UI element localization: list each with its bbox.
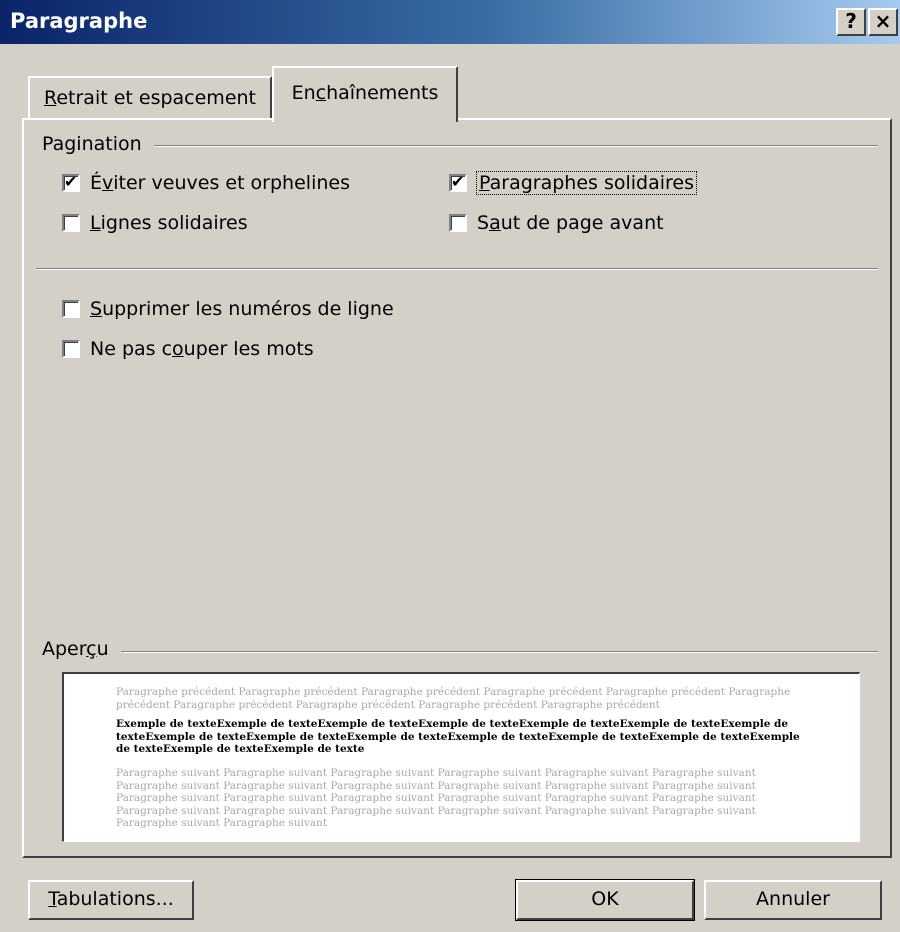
dont-hyphenate-checkbox[interactable]: Ne pas couper les mots <box>62 338 314 360</box>
close-button[interactable]: × <box>868 8 898 36</box>
paragraph-preview: Paragraphe précédent Paragraphe précéden… <box>62 672 860 842</box>
checkbox-label: Supprimer les numéros de ligne <box>90 298 394 320</box>
dialog-title: Paragraphe <box>10 9 148 33</box>
tabulations-button[interactable]: Tabulations... <box>28 880 194 920</box>
checkbox-box[interactable] <box>62 300 80 318</box>
checkbox-box[interactable] <box>62 340 80 358</box>
tab-retrait-espacement[interactable]: Retrait et espacement <box>28 76 272 120</box>
tab-label-mnemonic: R <box>43 87 57 109</box>
section-separator <box>36 268 878 270</box>
title-bar[interactable]: Paragraphe ? × <box>0 0 900 44</box>
apercu-label: Aperçu <box>42 638 121 660</box>
page-break-before-checkbox[interactable]: Saut de page avant <box>449 212 664 234</box>
checkbox-label: Lignes solidaires <box>90 212 248 234</box>
tab-label: haînements <box>326 82 439 104</box>
pagination-label: Pagination <box>42 133 154 155</box>
checkbox-box[interactable] <box>449 214 467 232</box>
checkbox-label: Ne pas couper les mots <box>90 338 314 360</box>
tab-enchainements[interactable]: Enchaînements <box>272 66 458 122</box>
help-button[interactable]: ? <box>836 8 866 36</box>
checkbox-label: Éviter veuves et orphelines <box>90 172 350 194</box>
keep-lines-together-checkbox[interactable]: Lignes solidaires <box>62 212 248 234</box>
ok-button[interactable]: OK <box>515 879 695 921</box>
preview-previous-paragraph: Paragraphe précédent Paragraphe précéden… <box>116 686 791 711</box>
cancel-button[interactable]: Annuler <box>704 880 882 920</box>
preview-next-paragraph: Paragraphe suivant Paragraphe suivant Pa… <box>116 767 756 829</box>
checkbox-box[interactable] <box>62 214 80 232</box>
checkbox-check-icon[interactable] <box>449 172 467 192</box>
tab-label: etrait et espacement <box>56 87 257 109</box>
tab-label-mnemonic: c <box>315 82 327 104</box>
apercu-separator <box>42 651 878 653</box>
checkbox-check-icon[interactable] <box>62 172 80 192</box>
paragraph-dialog: Paragraphe ? × Retrait et espacement Enc… <box>0 0 900 932</box>
pagination-separator <box>42 145 878 147</box>
preview-sample-text: Exemple de texteExemple de texteExemple … <box>116 718 800 755</box>
tab-label: En <box>291 82 316 104</box>
checkbox-label: Paragraphes solidaires <box>476 171 697 195</box>
checkbox-label: Saut de page avant <box>477 212 664 234</box>
suppress-line-numbers-checkbox[interactable]: Supprimer les numéros de ligne <box>62 298 394 320</box>
keep-with-next-checkbox[interactable]: Paragraphes solidaires <box>449 171 697 195</box>
widow-orphan-checkbox[interactable]: Éviter veuves et orphelines <box>62 172 350 194</box>
